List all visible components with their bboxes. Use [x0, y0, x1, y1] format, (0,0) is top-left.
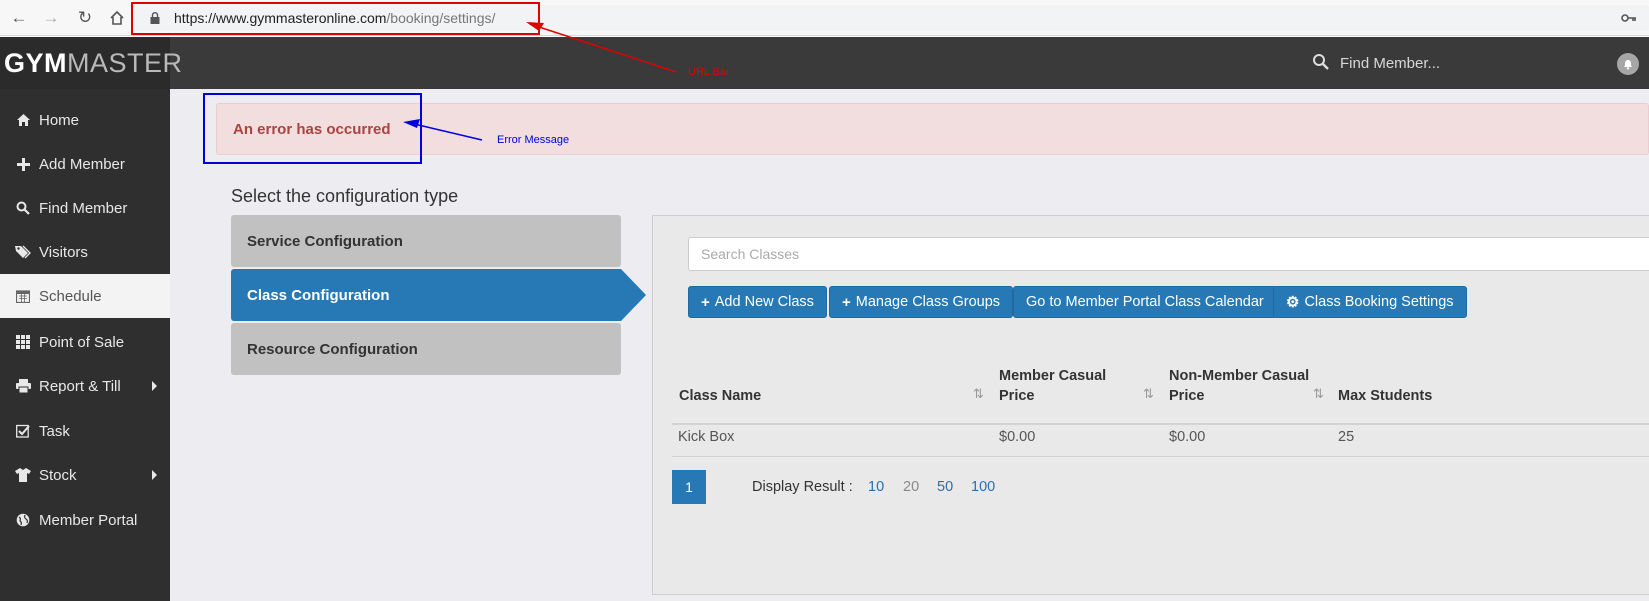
tab-label: Service Configuration: [247, 232, 403, 250]
section-title: Select the configuration type: [231, 186, 459, 206]
gymmaster-logo[interactable]: GYM MASTER: [0, 37, 182, 89]
sidebar-item-label: Add Member: [39, 155, 125, 173]
url-bar-highlight: [131, 2, 540, 35]
sidebar-item-stock[interactable]: Stock: [0, 453, 170, 497]
home-icon: [15, 112, 31, 128]
sidebar-item-label: Stock: [39, 466, 77, 484]
sidebar-item-report-till[interactable]: Report & Till: [0, 364, 170, 408]
header-line: Member Casual: [999, 368, 1107, 384]
sidebar: Home Add Member Find Member Visitors Sch…: [0, 89, 170, 601]
sidebar-item-label: Member Portal: [39, 511, 138, 529]
find-member-input[interactable]: [1340, 47, 1570, 79]
calendar-icon: [15, 288, 31, 304]
header-line: Max Students: [1338, 388, 1433, 404]
manage-class-groups-button[interactable]: + Manage Class Groups: [829, 286, 1014, 318]
page-size-50[interactable]: 50: [937, 479, 953, 495]
app-header: GYM MASTER: [0, 37, 1649, 89]
tab-service-configuration[interactable]: Service Configuration: [231, 215, 621, 267]
sort-active-icon[interactable]: ⇅: [973, 386, 984, 402]
url-bar-annotation-label: URL Bar: [688, 66, 730, 78]
column-header-member-casual-price[interactable]: Member Casual Price: [999, 366, 1106, 406]
header-line: Class Name: [679, 388, 762, 404]
tab-resource-configuration[interactable]: Resource Configuration: [231, 323, 621, 375]
search-icon[interactable]: [1312, 53, 1330, 71]
sidebar-item-visitors[interactable]: Visitors: [0, 230, 170, 274]
main-content: An error has occurred Select the configu…: [170, 89, 1649, 601]
tab-label: Class Configuration: [247, 286, 390, 304]
page-size-20[interactable]: 20: [903, 479, 919, 495]
table-divider: [672, 423, 1649, 425]
cell-max-students: 25: [1338, 429, 1355, 445]
sort-icon[interactable]: ⇅: [1143, 386, 1154, 402]
header-line: Non-Member Casual: [1169, 368, 1310, 384]
table-divider: [672, 456, 1649, 457]
class-configuration-panel: +Add New Class +Manage Class Groups Go t…: [652, 215, 1649, 595]
plus-icon: +: [701, 293, 710, 311]
home-browser-icon[interactable]: [106, 7, 128, 29]
class-booking-settings-button[interactable]: ⚙ Class Booking Settings: [1273, 286, 1467, 318]
button-label: Go to Member Portal Class Calendar: [1026, 294, 1264, 310]
sidebar-item-find-member[interactable]: Find Member: [0, 186, 170, 230]
column-header-non-member-casual-price[interactable]: Non-Member Casual Price: [1169, 366, 1309, 406]
button-label: Class Booking Settings: [1304, 294, 1454, 310]
logo-master-text: MASTER: [67, 47, 183, 78]
submenu-caret-icon: [152, 381, 157, 391]
sidebar-item-task[interactable]: Task: [0, 409, 170, 453]
page-size-100[interactable]: 100: [971, 479, 995, 495]
button-label: Manage Class Groups: [855, 294, 1001, 310]
member-portal-calendar-button[interactable]: Go to Member Portal Class Calendar: [1013, 286, 1277, 318]
sidebar-item-label: Home: [39, 111, 80, 129]
globe-icon: [15, 512, 31, 528]
error-alert: An error has occurred: [216, 103, 1649, 155]
header-line: Price: [999, 388, 1035, 404]
cell-class-name[interactable]: Kick Box: [678, 429, 734, 445]
cell-member-price: $0.00: [999, 429, 1036, 445]
gear-icon: ⚙: [1286, 294, 1300, 311]
cell-non-member-price: $0.00: [1169, 429, 1206, 445]
tab-class-configuration[interactable]: Class Configuration: [231, 269, 646, 321]
error-message-highlight: [203, 93, 422, 164]
screenshot-root: ← → ↻ https://www.gymmasteronline.com/bo…: [0, 0, 1649, 601]
page-size-10[interactable]: 10: [868, 479, 884, 495]
forward-arrow-icon[interactable]: →: [40, 7, 62, 29]
plus-icon: +: [842, 293, 851, 311]
sidebar-item-member-portal[interactable]: Member Portal: [0, 498, 170, 542]
sort-icon[interactable]: ⇅: [1313, 386, 1324, 402]
sidebar-item-schedule[interactable]: Schedule: [0, 274, 170, 318]
sidebar-item-home[interactable]: Home: [0, 98, 170, 142]
column-header-class-name[interactable]: Class Name: [679, 386, 761, 406]
sidebar-item-point-of-sale[interactable]: Point of Sale: [0, 320, 170, 364]
tab-label: Resource Configuration: [247, 340, 418, 358]
display-result-label: Display Result :: [752, 479, 853, 495]
submenu-caret-icon: [152, 470, 157, 480]
search-icon: [15, 200, 31, 216]
sidebar-item-label: Find Member: [39, 199, 128, 217]
sidebar-item-label: Point of Sale: [39, 333, 125, 351]
tshirt-icon: [15, 467, 31, 483]
print-icon: [15, 378, 31, 394]
sidebar-item-add-member[interactable]: Add Member: [0, 142, 170, 186]
button-label: Add New Class: [714, 294, 814, 310]
sidebar-item-label: Visitors: [39, 243, 88, 261]
check-square-icon: [15, 423, 31, 439]
back-arrow-icon[interactable]: ←: [8, 7, 30, 29]
plus-icon: [15, 156, 31, 172]
page-button-1[interactable]: 1: [672, 470, 706, 504]
sidebar-item-label: Report & Till: [39, 377, 121, 395]
logo-gym-text: GYM: [4, 47, 68, 78]
search-classes-input[interactable]: [688, 237, 1649, 271]
tags-icon: [15, 244, 31, 260]
reload-icon[interactable]: ↻: [74, 7, 96, 29]
grid-icon: [15, 334, 31, 350]
sidebar-item-label: Task: [39, 422, 70, 440]
notification-bell-icon[interactable]: [1617, 53, 1639, 75]
add-new-class-button[interactable]: + Add New Class: [688, 286, 827, 318]
header-line: Price: [1169, 388, 1205, 404]
sidebar-item-label: Schedule: [39, 287, 102, 305]
key-icon[interactable]: [1621, 10, 1637, 26]
column-header-max-students[interactable]: Max Students: [1338, 386, 1432, 406]
error-annotation-label: Error Message: [497, 134, 570, 146]
